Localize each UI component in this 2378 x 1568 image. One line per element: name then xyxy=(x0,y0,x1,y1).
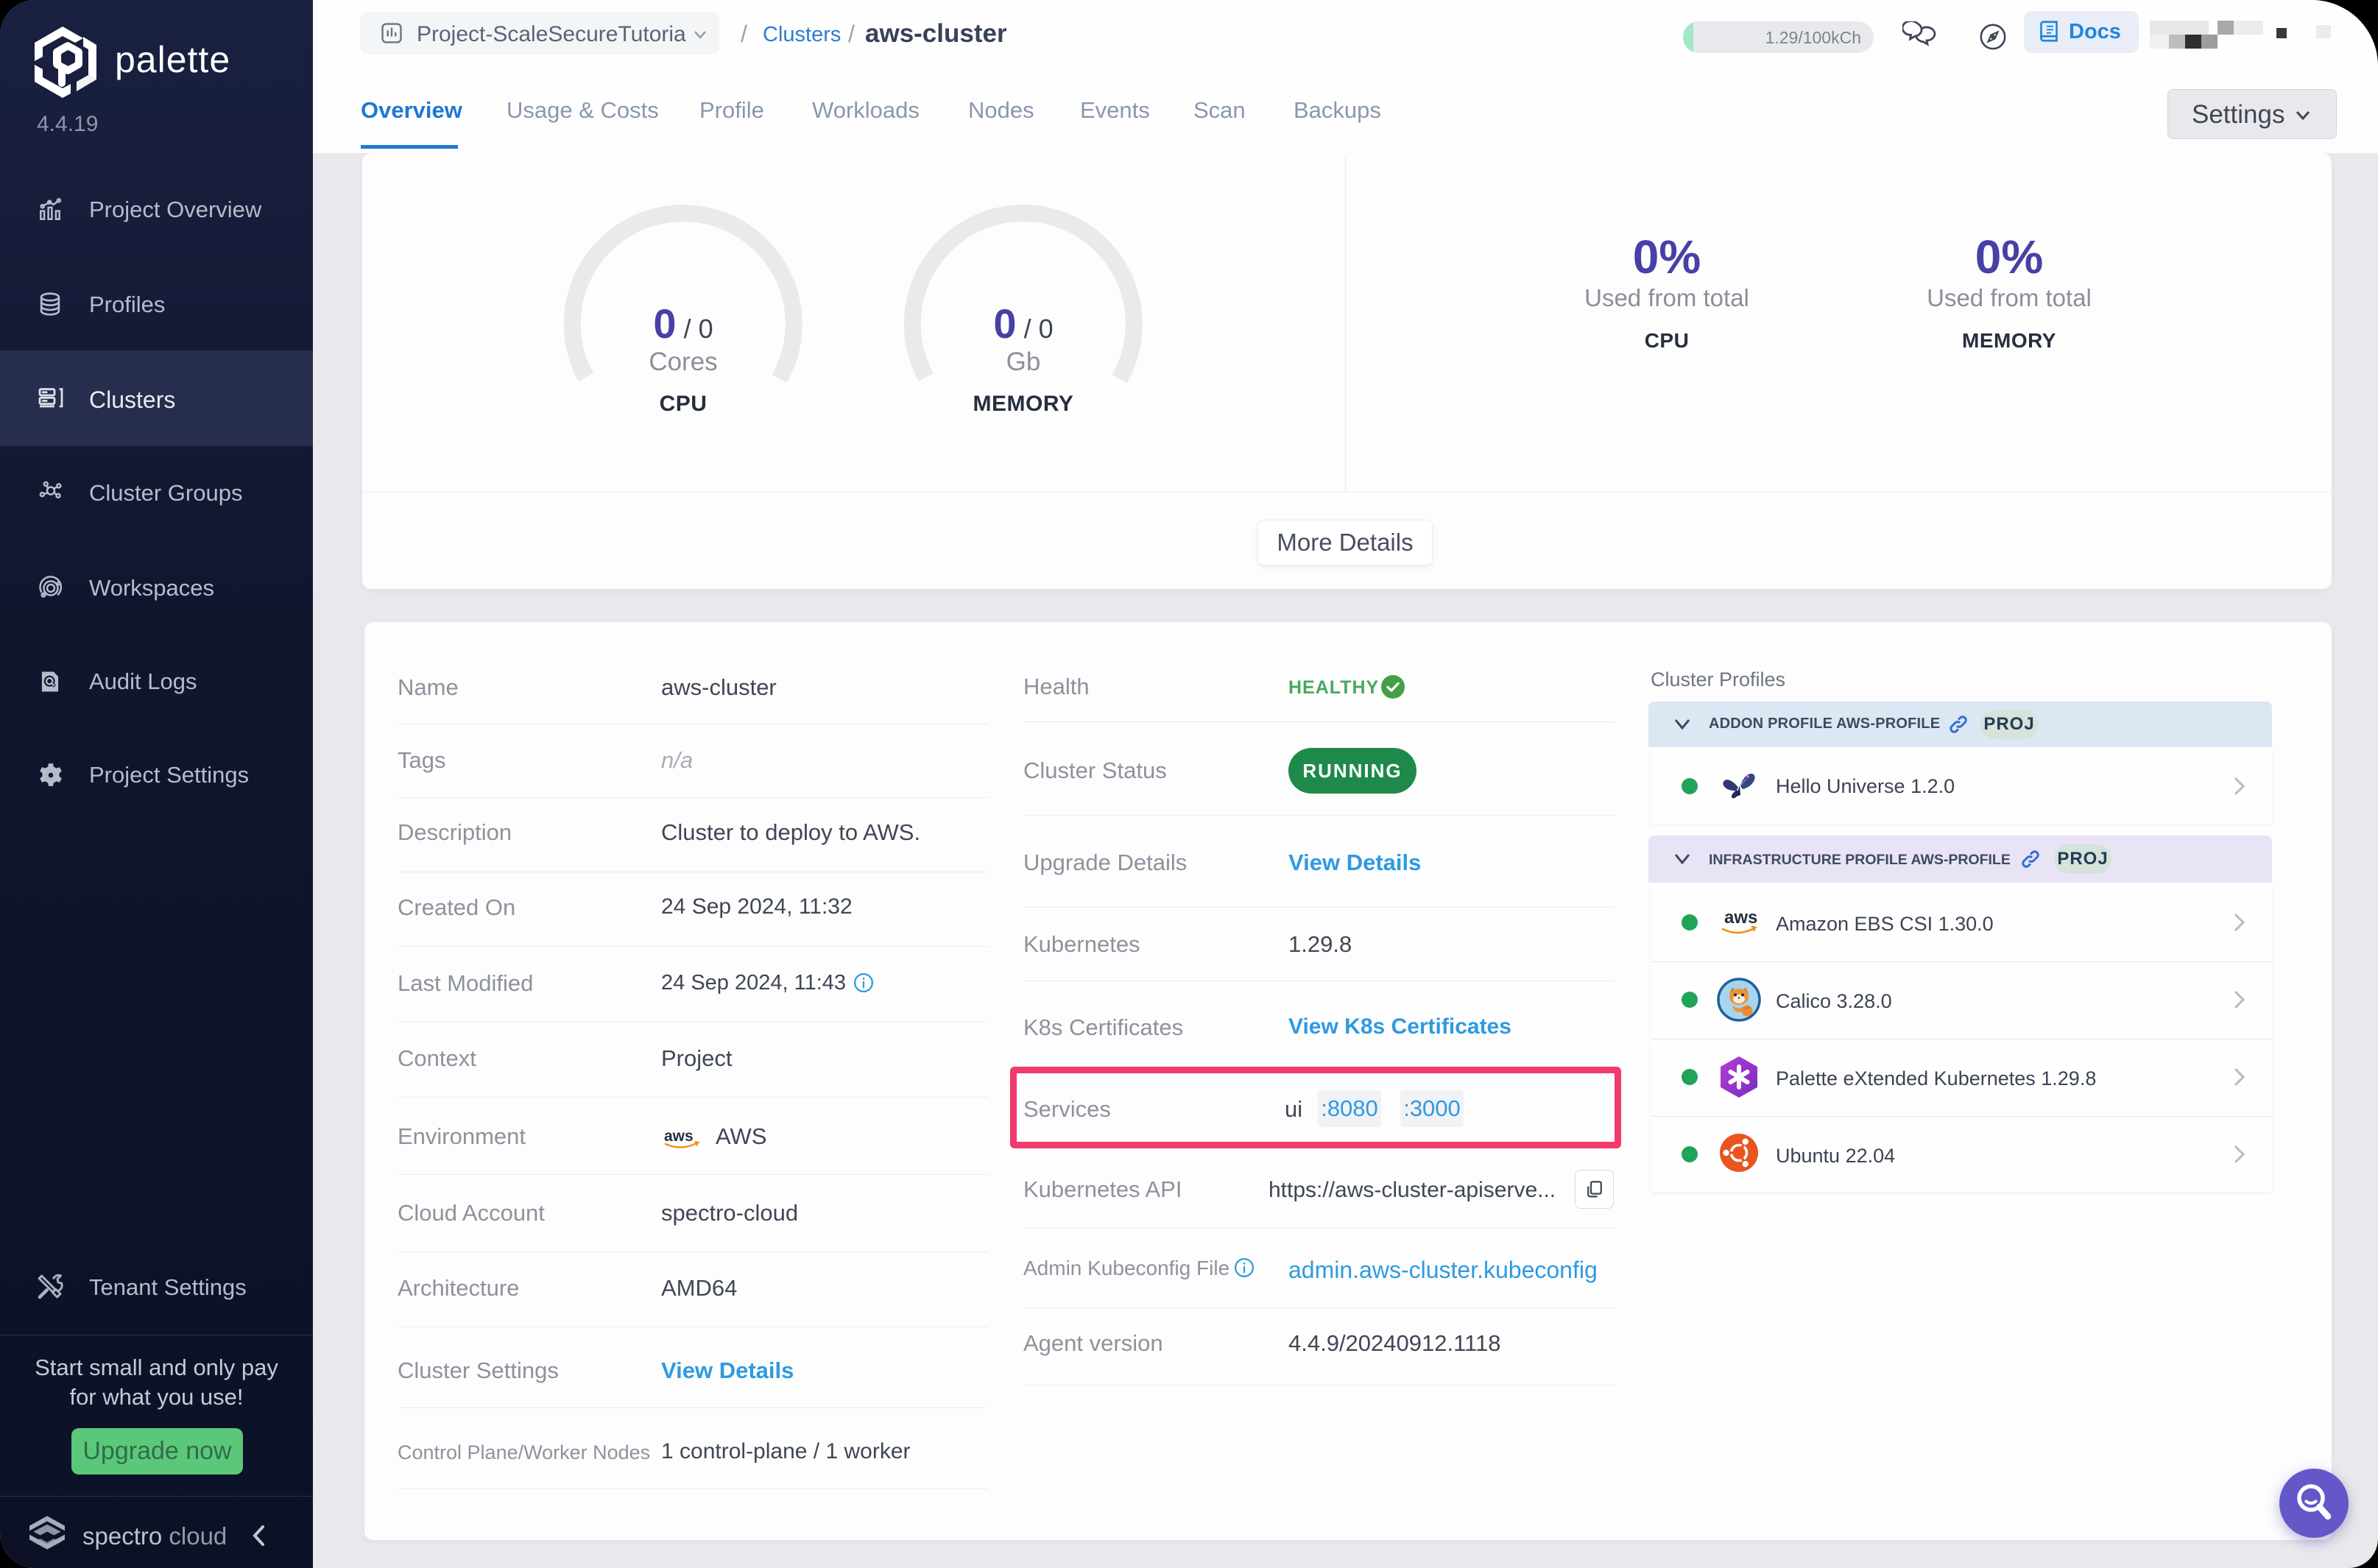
svg-text:aws: aws xyxy=(664,1128,694,1145)
svg-text:aws: aws xyxy=(1724,908,1757,928)
